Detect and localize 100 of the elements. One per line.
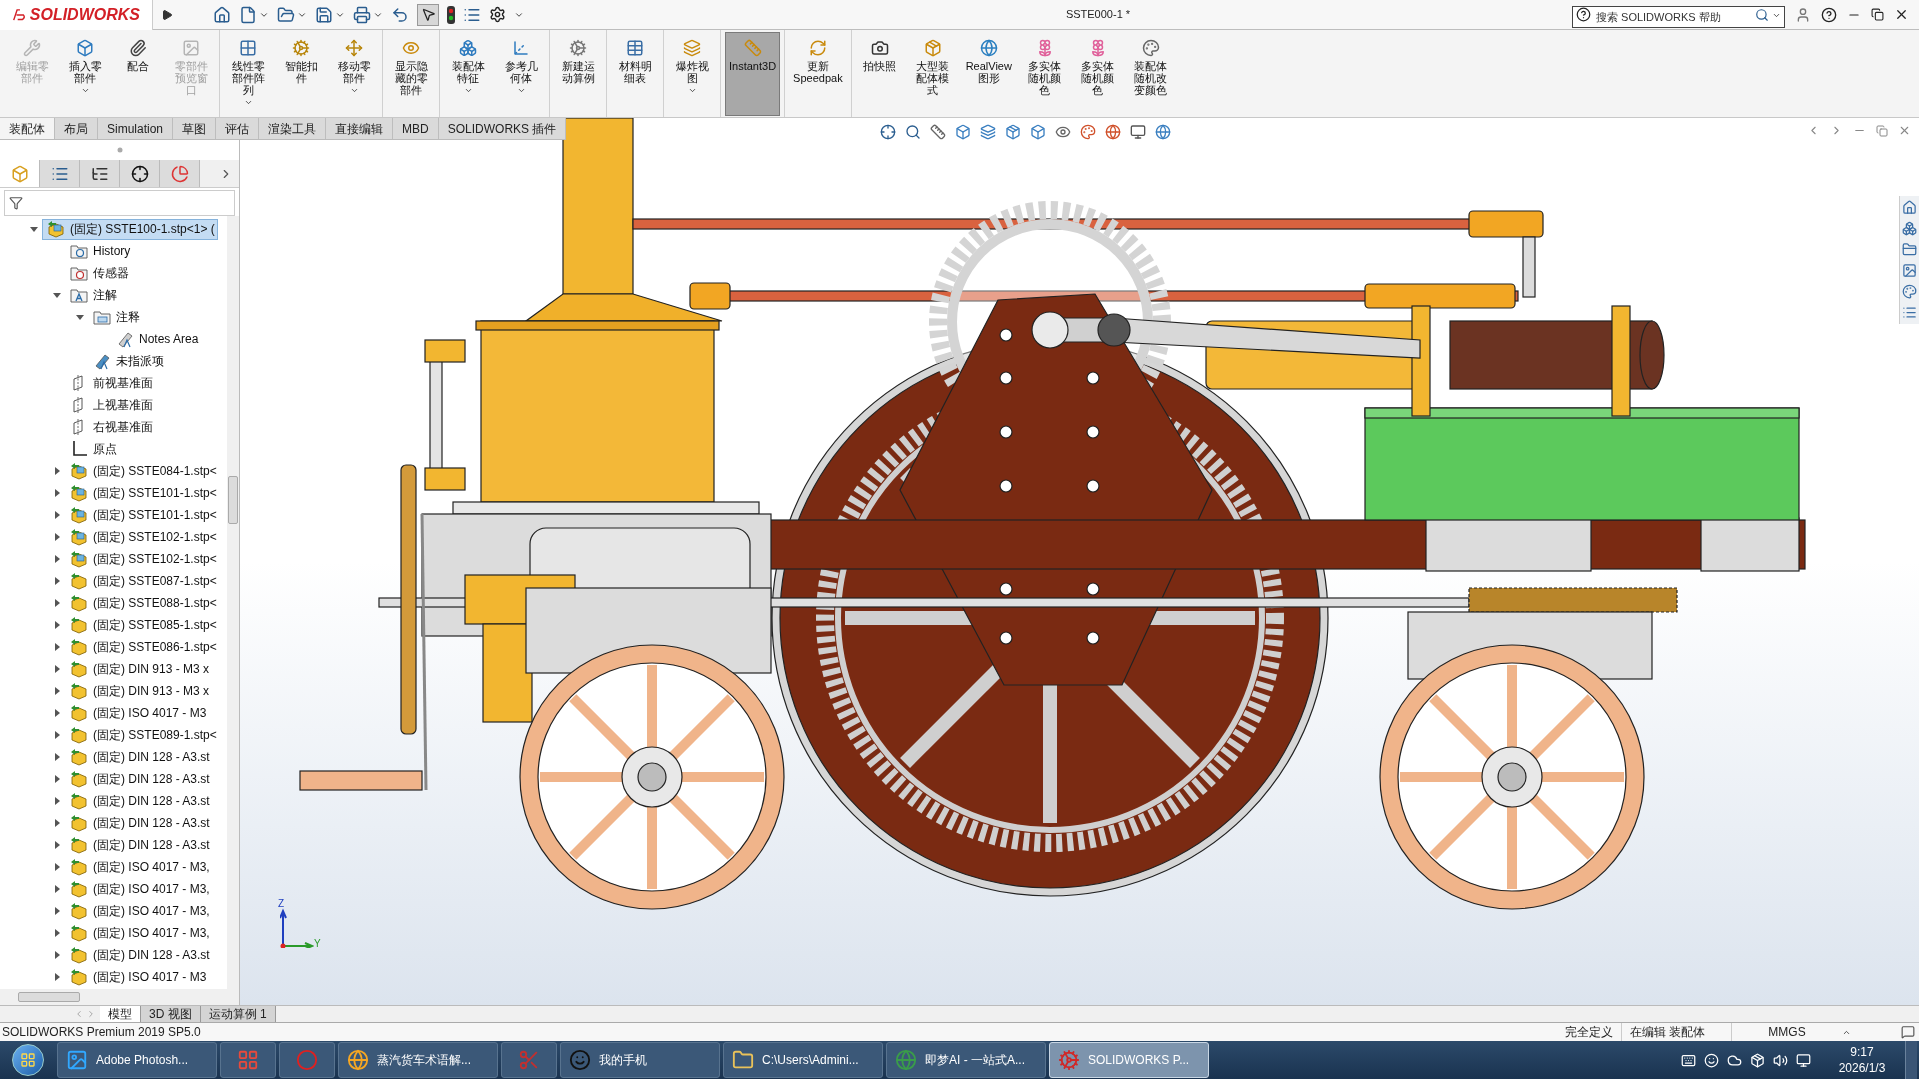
ribbon-button[interactable]: 更新 Speedpak (789, 32, 847, 116)
view-toolbar-icon[interactable] (880, 124, 896, 140)
task-pane-icon[interactable] (1902, 221, 1917, 236)
close-icon[interactable] (1894, 7, 1909, 22)
dropdown-caret-icon[interactable] (349, 86, 359, 95)
collapsed-caret-icon[interactable] (53, 973, 61, 981)
collapsed-caret-icon[interactable] (53, 929, 61, 937)
collapsed-caret-icon[interactable] (53, 753, 61, 761)
app-logo[interactable]: SOLIDWORKS (0, 0, 153, 30)
task-pane-icon[interactable] (1902, 242, 1917, 257)
ribbon-button[interactable]: 爆炸视图 (668, 32, 716, 116)
tree-item[interactable]: 上视基准面 (65, 394, 156, 416)
quick-access-icon[interactable] (391, 5, 409, 24)
collapsed-caret-icon[interactable] (53, 687, 61, 695)
tree-item[interactable]: (固定) SSTE101-1.stp< (65, 482, 220, 504)
dropdown-caret-icon[interactable] (516, 86, 526, 95)
ribbon-button[interactable]: 显示隐藏的零部件 (387, 32, 435, 116)
ribbon-button[interactable]: 多实体随机颜色 (1073, 32, 1122, 116)
tree-item[interactable]: (固定) SSTE087-1.stp< (65, 570, 220, 592)
settings-icon[interactable] (489, 6, 506, 23)
ribbon-button[interactable]: 大型装配体模式 (908, 32, 957, 116)
collapsed-caret-icon[interactable] (53, 775, 61, 783)
drag-handle-icon[interactable] (116, 147, 123, 153)
collapsed-caret-icon[interactable] (53, 709, 61, 717)
tree-item[interactable]: 前视基准面 (65, 372, 156, 394)
ribbon-button[interactable]: 多实体随机颜色 (1020, 32, 1069, 116)
ribbon-button[interactable]: 新建运动算例 (554, 32, 602, 116)
task-pane-icon[interactable] (1902, 284, 1917, 299)
ribbon-button[interactable]: 材料明细表 (611, 32, 659, 116)
dropdown-caret-icon[interactable] (80, 86, 90, 95)
dropdown-caret-icon[interactable] (243, 98, 253, 107)
tree-item[interactable]: (固定) SSTE100-1.stp<1> ( (42, 218, 218, 240)
dropdown-caret-icon[interactable] (687, 86, 697, 95)
quick-access-icon[interactable] (277, 5, 295, 24)
tree-item[interactable]: (固定) SSTE089-1.stp< (65, 724, 220, 746)
tree-item[interactable]: (固定) SSTE085-1.stp< (65, 614, 220, 636)
collapsed-caret-icon[interactable] (53, 489, 61, 497)
ribbon-button[interactable]: 参考几何体 (497, 32, 545, 116)
ribbon-button[interactable]: 配合 (114, 32, 162, 116)
collapsed-caret-icon[interactable] (53, 731, 61, 739)
task-pane-icon[interactable] (1902, 263, 1917, 278)
view-toolbar-icon[interactable] (1030, 124, 1046, 140)
tray-icon[interactable] (1773, 1052, 1788, 1068)
tree-item[interactable]: (固定) DIN 128 - A3.st (65, 944, 213, 966)
panel-tab[interactable] (80, 160, 120, 187)
select-tool-button[interactable] (417, 3, 439, 26)
expand-menu-icon[interactable] (161, 8, 173, 21)
dropdown-caret-icon[interactable] (463, 86, 473, 95)
command-tab[interactable]: 草图 (173, 118, 217, 139)
collapsed-caret-icon[interactable] (53, 951, 61, 959)
collapsed-caret-icon[interactable] (53, 665, 61, 673)
view-toolbar-icon[interactable] (1005, 124, 1021, 140)
tree-item[interactable]: (固定) SSTE101-1.stp< (65, 504, 220, 526)
tree-item[interactable]: 未指派项 (88, 350, 167, 372)
tree-item[interactable]: 注释 (88, 306, 143, 328)
quick-access-icon[interactable] (315, 5, 333, 24)
taskbar-button[interactable]: 即梦AI - 一站式A... (886, 1042, 1046, 1078)
collapsed-caret-icon[interactable] (53, 819, 61, 827)
command-tab[interactable]: 布局 (55, 118, 98, 139)
tree-item[interactable]: (固定) SSTE088-1.stp< (65, 592, 220, 614)
tray-icon[interactable] (1750, 1052, 1765, 1068)
horizontal-scrollbar[interactable] (0, 989, 239, 1005)
tree-item[interactable]: (固定) SSTE102-1.stp< (65, 548, 220, 570)
search-field[interactable]: 搜索 SOLIDWORKS 帮助 (1572, 5, 1785, 28)
view-toolbar-icon[interactable] (980, 124, 996, 140)
view-toolbar-icon[interactable] (1105, 124, 1121, 140)
view-toolbar-icon[interactable] (1155, 124, 1171, 140)
vertical-scrollbar[interactable] (227, 216, 239, 989)
tree-item[interactable]: (固定) DIN 913 - M3 x (65, 680, 212, 702)
units-selector[interactable]: MMGS (1732, 1023, 1842, 1041)
tree-item[interactable]: (固定) DIN 128 - A3.st (65, 768, 213, 790)
ribbon-button[interactable]: 插入零部件 (61, 32, 109, 116)
model-tab[interactable]: 3D 视图 (141, 1006, 201, 1022)
taskbar-button[interactable]: 我的手机 (560, 1042, 720, 1078)
tree-item[interactable]: (固定) ISO 4017 - M3, (65, 900, 213, 922)
tree-item[interactable]: 传感器 (65, 262, 132, 284)
taskbar-button[interactable]: C:\Users\Admini... (723, 1042, 883, 1078)
command-tab[interactable]: Simulation (98, 118, 174, 139)
collapsed-caret-icon[interactable] (53, 577, 61, 585)
collapsed-caret-icon[interactable] (53, 643, 61, 651)
command-tab[interactable]: 评估 (216, 118, 260, 139)
collapsed-caret-icon[interactable] (53, 907, 61, 915)
tree-item[interactable]: History (65, 240, 134, 262)
view-toolbar-icon[interactable] (1055, 124, 1071, 140)
message-icon[interactable] (1901, 1025, 1915, 1039)
taskbar-button[interactable]: 蒸汽货车术语解... (338, 1042, 498, 1078)
tray-icon[interactable] (1681, 1052, 1696, 1068)
tree-item[interactable]: 右视基准面 (65, 416, 156, 438)
tree-item[interactable]: (固定) SSTE102-1.stp< (65, 526, 220, 548)
collapsed-caret-icon[interactable] (53, 533, 61, 541)
collapsed-caret-icon[interactable] (53, 621, 61, 629)
ribbon-button[interactable]: 移动零部件 (330, 32, 378, 116)
ribbon-button[interactable]: 智能扣件 (277, 32, 325, 116)
collapsed-caret-icon[interactable] (53, 467, 61, 475)
collapsed-caret-icon[interactable] (53, 797, 61, 805)
ribbon-button[interactable]: 装配体随机改变颜色 (1126, 32, 1175, 116)
expanded-caret-icon[interactable] (76, 313, 84, 321)
collapsed-caret-icon[interactable] (53, 863, 61, 871)
user-icon[interactable] (1795, 6, 1811, 23)
view-toolbar-icon[interactable] (930, 124, 946, 140)
